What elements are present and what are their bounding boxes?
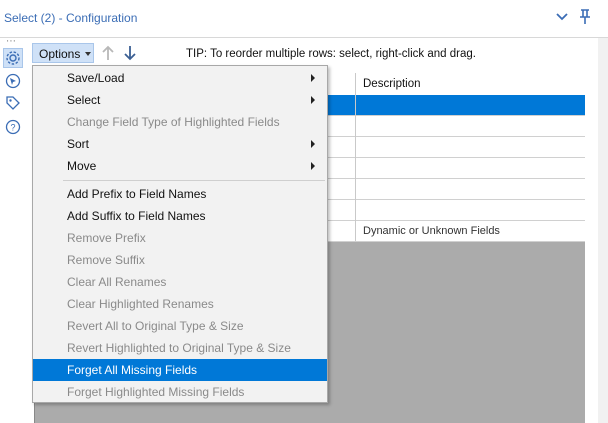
submenu-arrow-icon	[311, 162, 315, 170]
tip-text: TIP: To reorder multiple rows: select, r…	[186, 48, 476, 60]
options-menu: Save/Load Select Change Field Type of Hi…	[32, 65, 328, 403]
options-label: Options	[39, 47, 81, 61]
menu-item-revert-all[interactable]: Revert All to Original Type & Size	[33, 315, 327, 337]
menu-item-revert-highlighted[interactable]: Revert Highlighted to Original Type & Si…	[33, 337, 327, 359]
move-down-arrow-icon[interactable]	[122, 44, 138, 62]
pin-icon[interactable]	[578, 8, 592, 26]
cursor-icon[interactable]	[4, 72, 22, 90]
menu-item-save-load[interactable]: Save/Load	[33, 67, 327, 89]
sidebar-grip: ⋯	[6, 36, 17, 47]
window-title: Select (2) - Configuration	[4, 11, 138, 25]
column-header-description[interactable]: Description	[363, 78, 421, 90]
options-dropdown-button[interactable]: Options	[32, 43, 94, 63]
menu-item-add-suffix[interactable]: Add Suffix to Field Names	[33, 205, 327, 227]
toolbar: Options TIP: To reorder multiple rows: s…	[26, 38, 608, 68]
menu-item-remove-prefix[interactable]: Remove Prefix	[33, 227, 327, 249]
menu-item-sort[interactable]: Sort	[33, 133, 327, 155]
submenu-arrow-icon	[311, 140, 315, 148]
title-bar: Select (2) - Configuration	[0, 0, 608, 38]
menu-item-move[interactable]: Move	[33, 155, 327, 177]
menu-item-add-prefix[interactable]: Add Prefix to Field Names	[33, 183, 327, 205]
gear-icon[interactable]	[3, 48, 23, 68]
menu-separator	[63, 180, 325, 181]
chevron-down-icon[interactable]	[555, 10, 569, 24]
move-up-arrow-icon[interactable]	[100, 44, 116, 62]
cell-description: Dynamic or Unknown Fields	[363, 225, 500, 237]
menu-item-remove-suffix[interactable]: Remove Suffix	[33, 249, 327, 271]
menu-item-change-field-type[interactable]: Change Field Type of Highlighted Fields	[33, 111, 327, 133]
submenu-arrow-icon	[311, 74, 315, 82]
menu-item-forget-all-missing[interactable]: Forget All Missing Fields	[33, 359, 327, 381]
menu-item-clear-highlighted-renames[interactable]: Clear Highlighted Renames	[33, 293, 327, 315]
menu-item-clear-all-renames[interactable]: Clear All Renames	[33, 271, 327, 293]
vertical-scrollbar[interactable]	[598, 38, 608, 423]
caret-down-icon	[85, 52, 91, 56]
svg-text:?: ?	[10, 123, 15, 133]
column-divider	[355, 73, 356, 241]
help-icon[interactable]: ?	[4, 118, 22, 136]
menu-item-select[interactable]: Select	[33, 89, 327, 111]
menu-item-forget-highlighted-missing[interactable]: Forget Highlighted Missing Fields	[33, 381, 327, 403]
config-sidebar: ⋯ ?	[0, 36, 26, 423]
submenu-arrow-icon	[311, 96, 315, 104]
tag-icon[interactable]	[4, 94, 22, 112]
